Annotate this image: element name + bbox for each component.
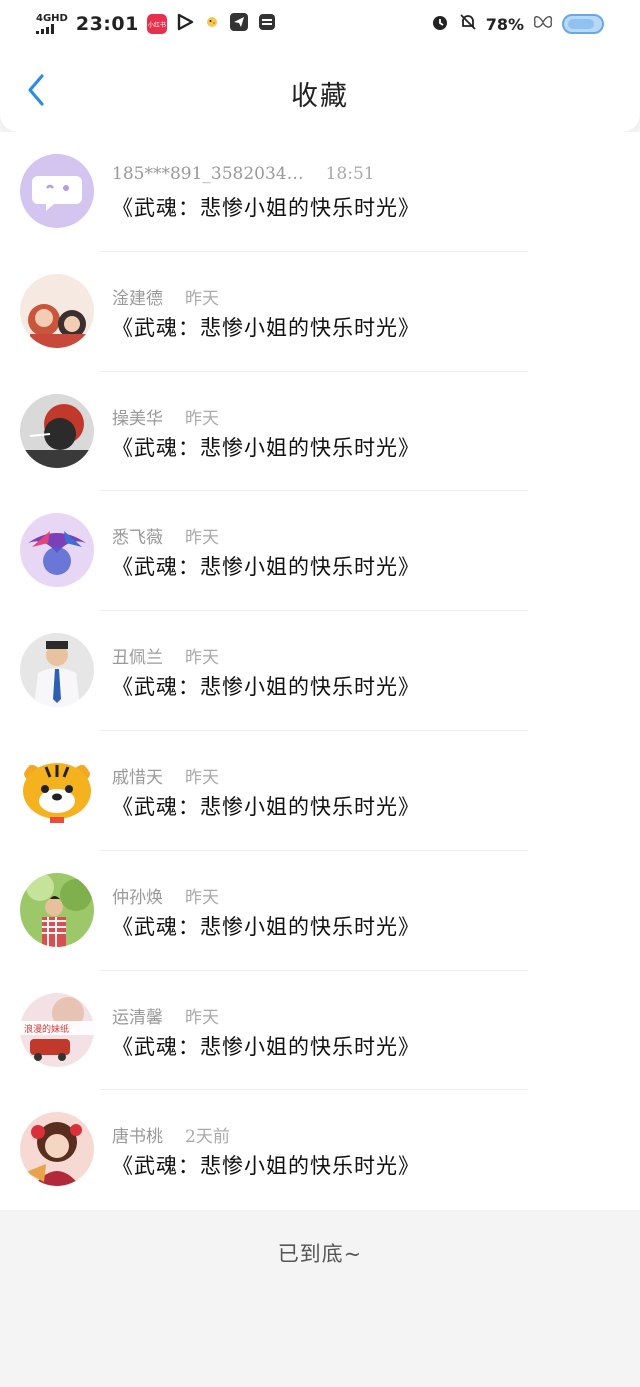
item-title: 《武魂：悲惨小姐的快乐时光》 xyxy=(112,675,420,700)
avatar xyxy=(20,633,94,708)
user-name: 唐书桃 xyxy=(112,1127,163,1148)
item-meta: 唐书桃 2天前 xyxy=(112,1122,230,1147)
butterfly-icon xyxy=(532,12,554,36)
avatar-photo xyxy=(20,393,94,468)
avatar-photo: 浪漫的妹纸 xyxy=(20,992,94,1067)
user-name: 淦建德 xyxy=(112,288,163,309)
item-time: 昨天 xyxy=(185,288,219,309)
list-item[interactable]: 操美华 昨天 《武魂：悲惨小姐的快乐时光》 xyxy=(0,372,640,492)
wallet-icon xyxy=(257,12,277,37)
user-name: 185***891_3582034… xyxy=(112,164,304,184)
status-right: 78% xyxy=(430,12,604,36)
user-name: 戚惜天 xyxy=(112,767,163,788)
battery-icon xyxy=(562,14,604,34)
item-time: 18:51 xyxy=(325,164,375,184)
signal-icon xyxy=(36,24,54,34)
list-item[interactable]: 浪漫的妹纸 运清馨 昨天 《武魂：悲惨小姐的快乐时光》 xyxy=(0,971,640,1091)
list-item[interactable]: 仲孙焕 昨天 《武魂：悲惨小姐的快乐时光》 xyxy=(0,851,640,971)
list-footer: 已到底~ xyxy=(0,1210,640,1387)
item-meta: 淦建德 昨天 xyxy=(112,284,219,309)
avatar: 浪漫的妹纸 xyxy=(20,992,94,1067)
avatar-caption: 浪漫的妹纸 xyxy=(24,1023,69,1035)
battery-percent: 78% xyxy=(485,14,524,34)
avatar xyxy=(20,513,94,588)
item-title: 《武魂：悲惨小姐的快乐时光》 xyxy=(112,914,420,939)
item-time: 昨天 xyxy=(185,648,219,669)
user-name: 悉飞薇 xyxy=(112,528,163,549)
item-time: 2天前 xyxy=(185,1127,230,1148)
avatar-illustration xyxy=(20,513,94,588)
bird-icon xyxy=(203,13,221,36)
item-time: 昨天 xyxy=(185,767,219,788)
list-item[interactable]: 唐书桃 2天前 《武魂：悲惨小姐的快乐时光》 xyxy=(0,1090,640,1210)
list-item[interactable]: 戚惜天 昨天 《武魂：悲惨小姐的快乐时光》 xyxy=(0,731,640,851)
list-item[interactable]: 185***891_3582034… 18:51 《武魂：悲惨小姐的快乐时光》 xyxy=(0,132,640,252)
item-time: 昨天 xyxy=(185,408,219,429)
item-meta: 仲孙焕 昨天 xyxy=(112,883,219,908)
item-meta: 185***891_3582034… 18:51 xyxy=(112,164,375,184)
user-name: 操美华 xyxy=(112,408,163,429)
favorites-list: 185***891_3582034… 18:51 《武魂：悲惨小姐的快乐时光》 … xyxy=(0,132,640,1210)
play-icon xyxy=(175,12,195,37)
page-title: 收藏 xyxy=(291,81,349,112)
end-of-list-text: 已到底~ xyxy=(277,1242,363,1266)
item-meta: 戚惜天 昨天 xyxy=(112,763,219,788)
avatar xyxy=(20,154,94,228)
list-item[interactable]: 丑佩兰 昨天 《武魂：悲惨小姐的快乐时光》 xyxy=(0,611,640,731)
item-time: 昨天 xyxy=(185,887,219,908)
item-title: 《武魂：悲惨小姐的快乐时光》 xyxy=(112,555,420,580)
telegram-icon xyxy=(229,12,249,37)
item-title: 《武魂：悲惨小姐的快乐时光》 xyxy=(112,794,420,819)
user-name: 仲孙焕 xyxy=(112,887,163,908)
network-indicator: 4GHD xyxy=(36,14,68,34)
network-type: 4GHD xyxy=(36,13,68,24)
item-title: 《武魂：悲惨小姐的快乐时光》 xyxy=(112,196,420,220)
user-name: 运清馨 xyxy=(112,1007,163,1028)
chat-bubble-icon xyxy=(20,154,94,228)
mute-bell-icon xyxy=(458,12,478,36)
alarm-icon xyxy=(430,12,450,36)
tiger-icon xyxy=(20,752,94,827)
item-title: 《武魂：悲惨小姐的快乐时光》 xyxy=(112,1034,420,1059)
avatar xyxy=(20,752,94,827)
item-meta: 运清馨 昨天 xyxy=(112,1003,219,1028)
avatar-photo xyxy=(20,633,94,708)
app-badge-text: 小红书 xyxy=(147,21,166,29)
item-title: 《武魂：悲惨小姐的快乐时光》 xyxy=(112,435,420,460)
item-meta: 悉飞薇 昨天 xyxy=(112,523,219,548)
item-title: 《武魂：悲惨小姐的快乐时光》 xyxy=(112,315,420,340)
user-name: 丑佩兰 xyxy=(112,648,163,669)
avatar-illustration xyxy=(20,1112,94,1187)
avatar xyxy=(20,872,94,947)
xiaohongshu-app-icon: 小红书 xyxy=(146,14,167,34)
list-item[interactable]: 淦建德 昨天 《武魂：悲惨小姐的快乐时光》 xyxy=(0,252,640,372)
avatar xyxy=(20,1112,94,1187)
status-bar: 4GHD 23:01 小红书 78% xyxy=(0,0,640,48)
status-left: 4GHD 23:01 小红书 xyxy=(36,12,277,37)
item-time: 昨天 xyxy=(185,1007,219,1028)
item-meta: 操美华 昨天 xyxy=(112,404,219,429)
clock: 23:01 xyxy=(75,13,139,35)
item-time: 昨天 xyxy=(185,528,219,549)
avatar-illustration xyxy=(20,273,94,348)
avatar xyxy=(20,393,94,468)
page-header: 收藏 xyxy=(0,48,640,132)
avatar xyxy=(20,273,94,348)
list-item[interactable]: 悉飞薇 昨天 《武魂：悲惨小姐的快乐时光》 xyxy=(0,491,640,612)
item-title: 《武魂：悲惨小姐的快乐时光》 xyxy=(112,1154,420,1179)
item-meta: 丑佩兰 昨天 xyxy=(112,643,219,668)
avatar-photo xyxy=(20,872,94,947)
